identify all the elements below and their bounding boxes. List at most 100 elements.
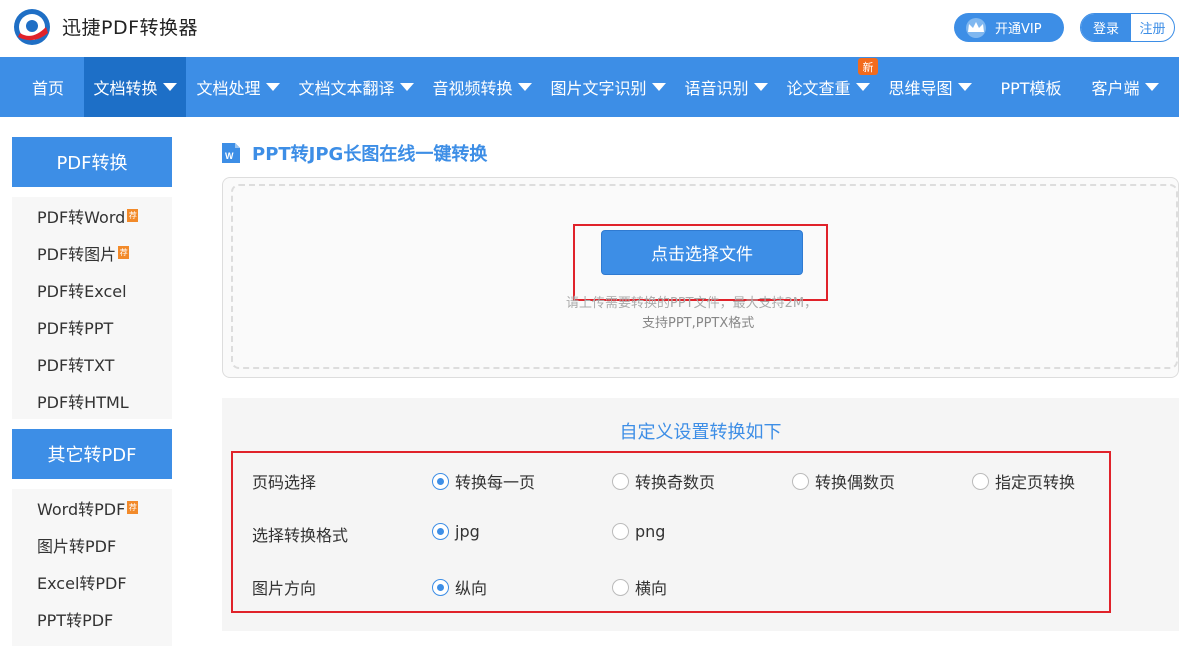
page-selection-label: 页码选择 — [252, 473, 317, 492]
login-button[interactable]: 登录 — [1081, 14, 1131, 41]
radio-dot-icon — [612, 578, 629, 596]
radio-label: jpg — [455, 522, 480, 541]
sidebar-item-label: 图片转PDF — [37, 536, 117, 556]
sidebar-item-label: Word转PDF — [37, 499, 126, 519]
nav-label: PPT模板 — [1000, 79, 1062, 98]
radio-dot-icon — [432, 523, 449, 540]
svg-text:W: W — [225, 151, 234, 161]
nav-item-doc-process[interactable]: 文档处理 — [192, 57, 284, 117]
radio-format-png[interactable]: png — [612, 522, 665, 541]
nav-item-speech[interactable]: 语音识别 — [680, 57, 772, 117]
logo-icon[interactable] — [12, 7, 52, 47]
hot-badge-icon: 荐 — [127, 501, 139, 514]
sidebar-item-label: Excel转PDF — [37, 573, 127, 593]
sidebar-item-word-to-pdf[interactable]: Word转PDF 荐 — [12, 489, 172, 526]
chevron-down-icon — [753, 83, 768, 91]
orientation-label: 图片方向 — [252, 579, 317, 598]
header: 迅捷PDF转换器 开通VIP 登录 注册 — [0, 0, 1179, 57]
radio-specified-pages[interactable]: 指定页转换 — [972, 469, 1075, 493]
nav-label: 首页 — [31, 79, 64, 98]
page-title: PPT转JPG长图在线一键转换 — [252, 144, 488, 165]
nav-label: 音视频转换 — [432, 79, 513, 98]
radio-label: 纵向 — [455, 579, 488, 598]
radio-dot-icon — [792, 472, 809, 490]
chevron-down-icon — [855, 83, 870, 91]
chevron-down-icon — [265, 83, 280, 91]
sidebar-item-label: PDF转TXT — [37, 355, 115, 375]
upload-hint-size: 请上传需要转换的PPT文件，最大支持2M， — [566, 296, 818, 311]
nav-item-doc-convert[interactable]: 文档转换 — [84, 57, 186, 117]
nav-label: 论文查重 — [786, 79, 851, 98]
chevron-down-icon — [517, 83, 532, 91]
nav-item-ppt-template[interactable]: PPT模板 — [994, 57, 1068, 117]
radio-every-page[interactable]: 转换每一页 — [432, 469, 535, 493]
vip-button[interactable]: 开通VIP — [954, 13, 1064, 42]
chevron-down-icon — [399, 83, 414, 91]
radio-format-jpg[interactable]: jpg — [432, 522, 480, 541]
radio-odd-pages[interactable]: 转换奇数页 — [612, 469, 715, 493]
sidebar-item-excel-to-pdf[interactable]: Excel转PDF — [12, 563, 172, 600]
hot-badge-icon: 荐 — [118, 246, 130, 259]
nav-item-home[interactable]: 首页 — [18, 57, 78, 117]
sidebar-group-to-pdf[interactable]: 其它转PDF — [12, 429, 172, 479]
radio-label: 转换每一页 — [455, 473, 536, 492]
nav-label: 语音识别 — [684, 79, 749, 98]
nav-label: 客户端 — [1091, 79, 1140, 98]
chevron-down-icon — [957, 83, 972, 91]
sidebar-list-pdf-convert: PDF转Word 荐 PDF转图片荐 PDF转Excel PDF转PPT PDF转… — [12, 197, 172, 419]
radio-landscape[interactable]: 横向 — [612, 575, 667, 599]
register-button[interactable]: 注册 — [1131, 14, 1174, 41]
format-selection-label: 选择转换格式 — [252, 526, 349, 545]
nav-item-client[interactable]: 客户端 — [1086, 57, 1164, 117]
hot-badge-icon: 荐 — [127, 209, 139, 222]
radio-dot-icon — [432, 472, 449, 490]
new-badge: 新 — [858, 58, 878, 75]
radio-label: 指定页转换 — [995, 473, 1076, 492]
sidebar-item-label: PDF转Excel — [37, 281, 127, 301]
nav-item-translate[interactable]: 文档文本翻译 — [294, 57, 418, 117]
nav-label: 文档处理 — [196, 79, 261, 98]
choose-file-button[interactable]: 点击选择文件 — [601, 230, 803, 275]
chevron-down-icon — [162, 83, 177, 91]
sidebar-item-pdf-to-image[interactable]: PDF转图片荐 — [12, 234, 172, 271]
sidebar-item-label: PDF转HTML — [37, 392, 129, 412]
radio-dot-icon — [612, 523, 629, 540]
radio-label: 横向 — [635, 579, 668, 598]
upload-hint-format: 支持PPT,PPTX格式 — [642, 316, 755, 331]
sidebar-item-pdf-to-ppt[interactable]: PDF转PPT — [12, 308, 172, 345]
nav-item-ocr[interactable]: 图片文字识别 — [546, 57, 670, 117]
sidebar-list-to-pdf: Word转PDF 荐 图片转PDF Excel转PDF PPT转PDF — [12, 489, 172, 646]
sidebar-item-pdf-to-txt[interactable]: PDF转TXT — [12, 345, 172, 382]
sidebar-item-image-to-pdf[interactable]: 图片转PDF — [12, 526, 172, 563]
sidebar-group-pdf-convert[interactable]: PDF转换 — [12, 137, 172, 187]
sidebar-item-label: PDF转图片 — [37, 244, 117, 264]
radio-dot-icon — [432, 578, 449, 596]
word-document-icon: W — [222, 143, 240, 163]
radio-label: 转换偶数页 — [815, 473, 896, 492]
radio-label: png — [635, 522, 666, 541]
radio-label: 转换奇数页 — [635, 473, 716, 492]
main-nav: 首页 文档转换 文档处理 文档文本翻译 音视频转换 图片文字识别 语音识别 论文… — [0, 57, 1179, 117]
nav-label: 思维导图 — [888, 79, 953, 98]
chevron-down-icon — [651, 83, 666, 91]
sidebar-item-label: PDF转Word — [37, 207, 126, 227]
vip-label: 开通VIP — [995, 22, 1042, 37]
sidebar-item-pdf-to-excel[interactable]: PDF转Excel — [12, 271, 172, 308]
radio-dot-icon — [612, 472, 629, 490]
radio-dot-icon — [972, 472, 989, 490]
nav-label: 图片文字识别 — [550, 79, 647, 98]
nav-item-mindmap[interactable]: 思维导图 — [884, 57, 976, 117]
brand-name: 迅捷PDF转换器 — [62, 17, 199, 39]
nav-label: 文档文本翻译 — [298, 79, 395, 98]
sidebar-item-pdf-to-word[interactable]: PDF转Word 荐 — [12, 197, 172, 234]
sidebar-item-label: PDF转PPT — [37, 318, 114, 338]
sidebar-item-ppt-to-pdf[interactable]: PPT转PDF — [12, 600, 172, 637]
sidebar-item-pdf-to-html[interactable]: PDF转HTML — [12, 382, 172, 419]
sidebar-item-label: PPT转PDF — [37, 610, 114, 630]
chevron-down-icon — [1144, 83, 1159, 91]
radio-even-pages[interactable]: 转换偶数页 — [792, 469, 895, 493]
radio-portrait[interactable]: 纵向 — [432, 575, 487, 599]
page-title-row: W PPT转JPG长图在线一键转换 — [222, 142, 488, 165]
auth-group: 登录 注册 — [1080, 13, 1175, 42]
nav-item-av-convert[interactable]: 音视频转换 — [428, 57, 536, 117]
